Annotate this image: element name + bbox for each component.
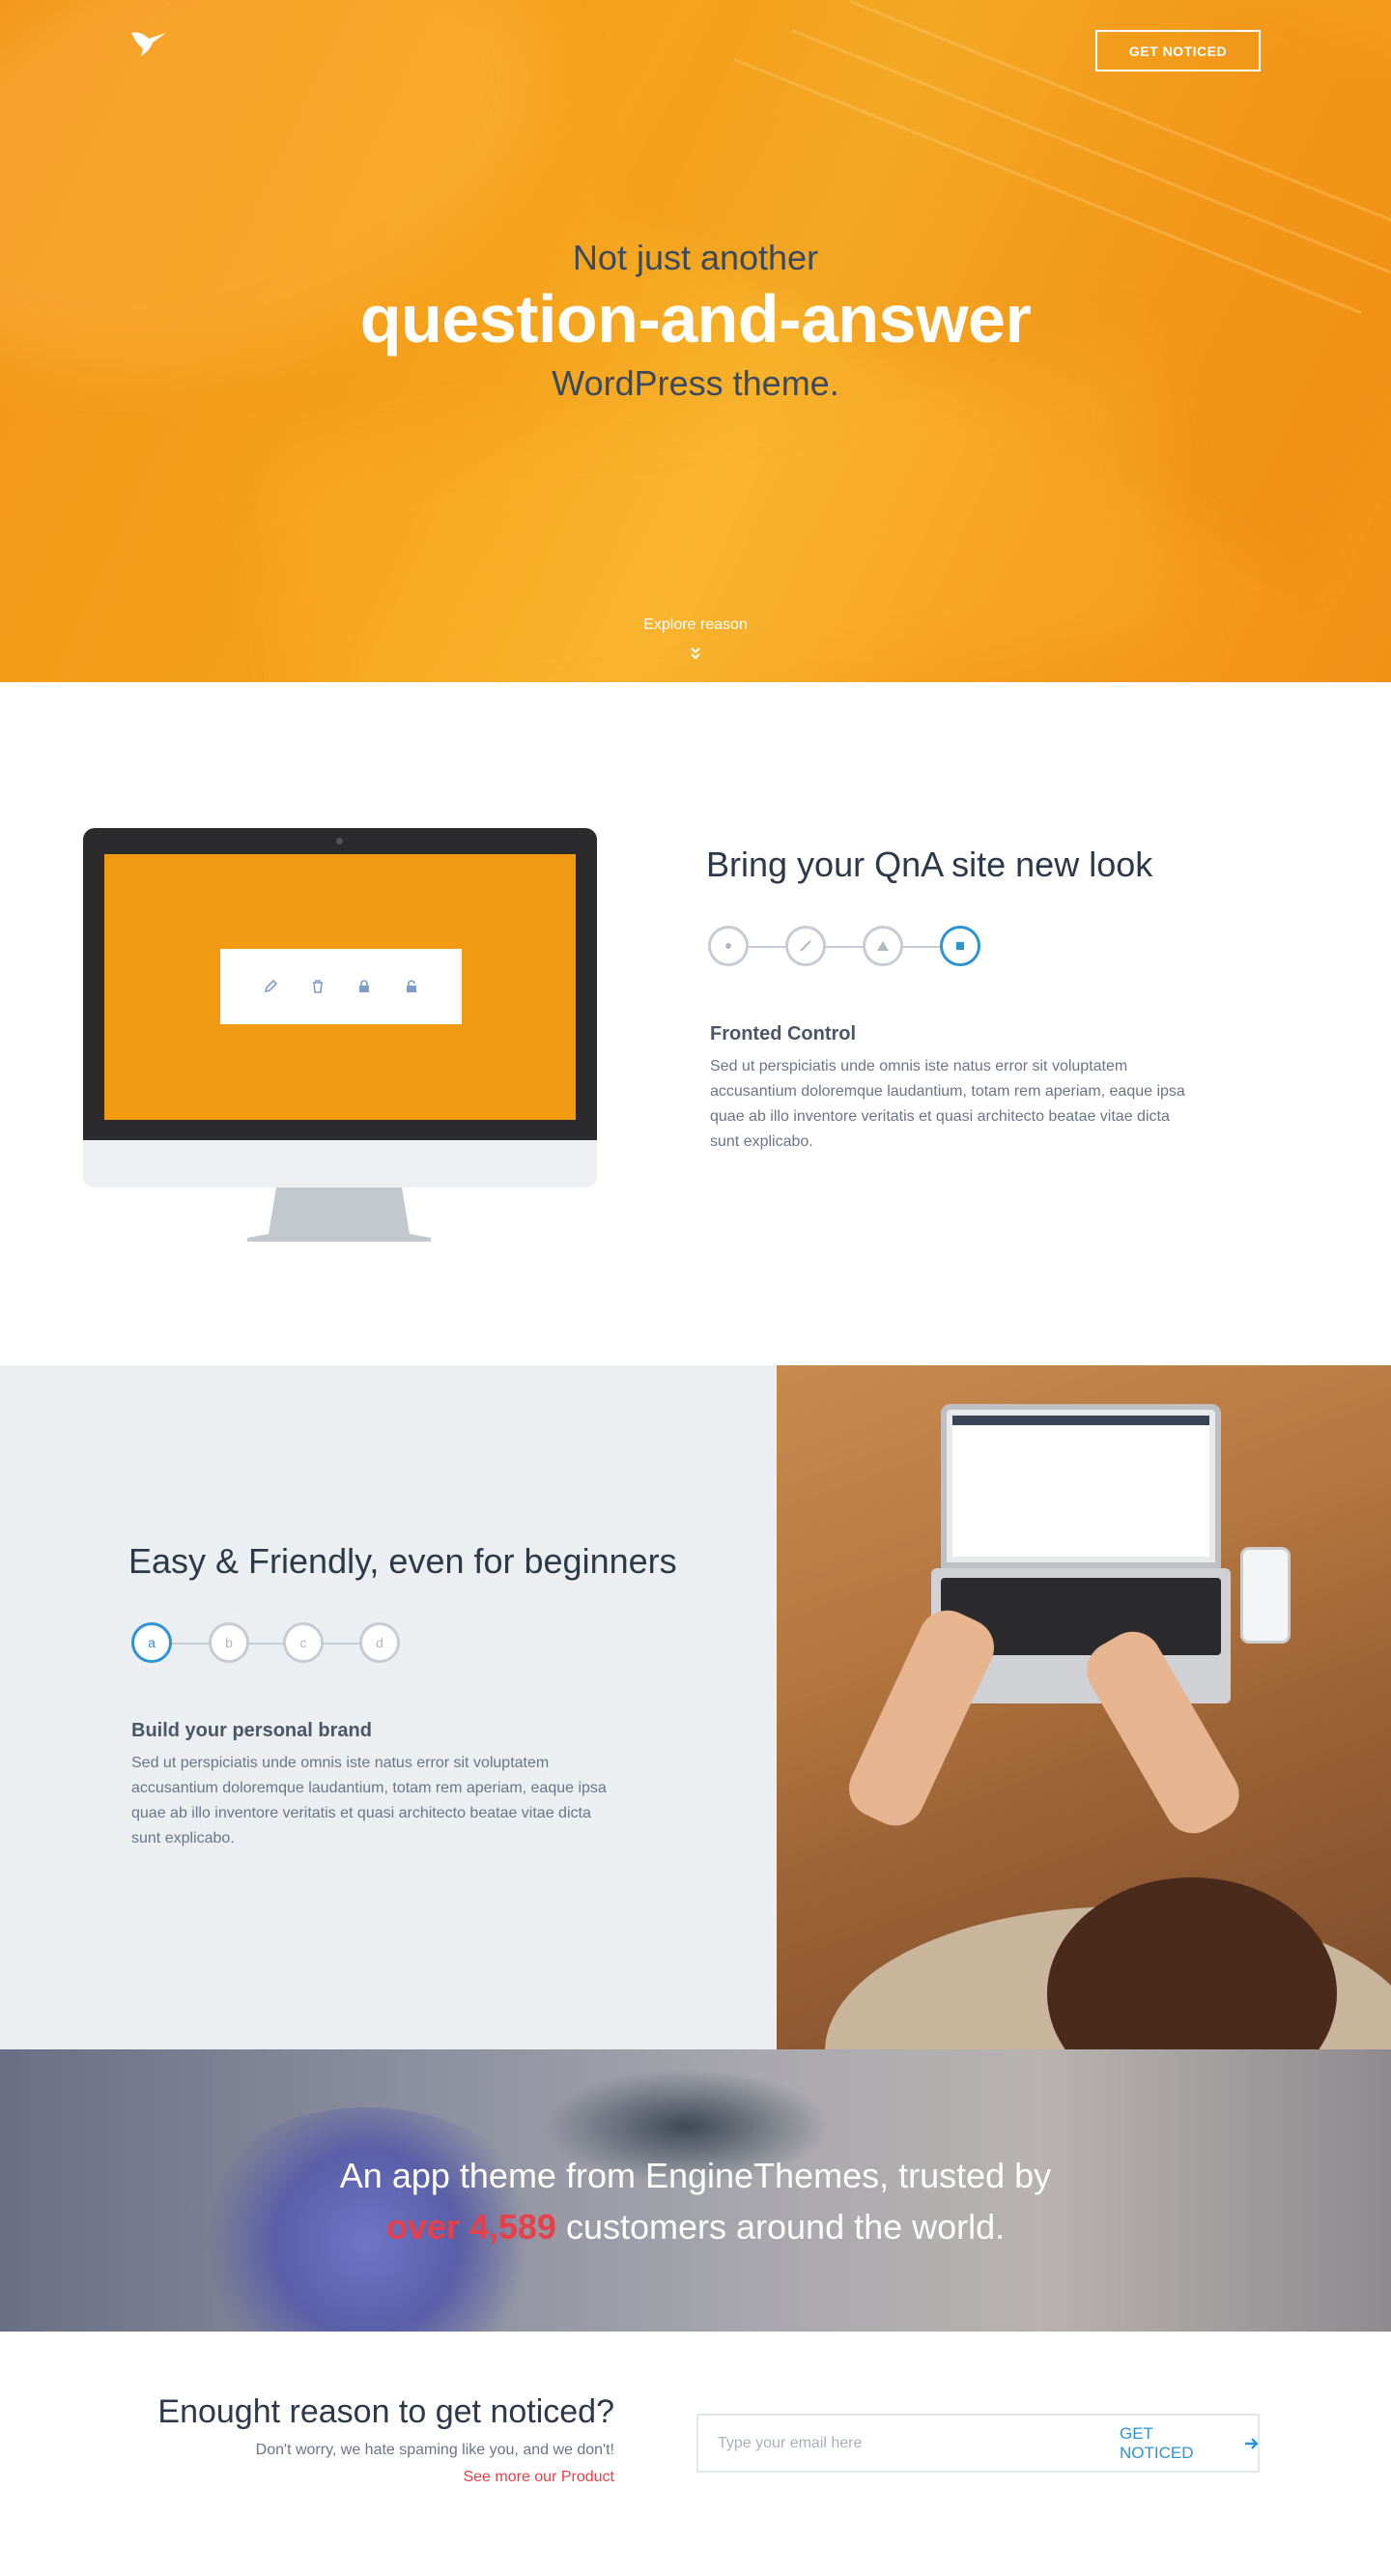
trust-count-line: over 4,589 customers around the world. (0, 2207, 1391, 2247)
signup-title: Enought reason to get noticed? (157, 2393, 614, 2430)
friendly-step-b[interactable]: b (209, 1622, 249, 1663)
arrow-right-icon (1245, 2437, 1259, 2449)
photo-phone (1240, 1547, 1291, 1644)
customer-count: over 4,589 (385, 2207, 556, 2247)
photo-laptop-screen (941, 1404, 1221, 1568)
chevron-double-down-icon[interactable] (687, 645, 704, 661)
email-input[interactable] (716, 2416, 1064, 2471)
friendly-body: Sed ut perspiciatis unde omnis iste natu… (131, 1755, 607, 1846)
pencil-icon (800, 940, 811, 952)
friendly-section (0, 1365, 777, 2049)
friendly-step-indicator: a b c d (131, 1622, 402, 1665)
step-connector (901, 946, 944, 948)
imac-stand (247, 1188, 431, 1242)
imac-frame (83, 828, 597, 1140)
email-signup-form: GET NOTICED (696, 2414, 1260, 2473)
friendly-step-d[interactable]: d (359, 1622, 400, 1663)
qna-step-indicator (708, 926, 980, 968)
trust-line: An app theme from EngineThemes, trusted … (339, 2156, 1052, 2195)
photo-left-arm (839, 1600, 1004, 1836)
qna-step-2[interactable] (785, 926, 826, 966)
imac-camera (336, 838, 343, 844)
qna-subtitle: Fronted Control (710, 1023, 857, 1045)
photo-person-head (1047, 1877, 1337, 2049)
explore-reason-link[interactable]: Explore reason (0, 616, 1391, 634)
see-more-products-link[interactable]: See more our Product (135, 2469, 614, 2486)
hummingbird-icon[interactable] (129, 27, 168, 58)
unlock-icon[interactable] (402, 977, 421, 996)
qna-section-title: Bring your QnA site new look (706, 844, 1153, 884)
header-get-noticed-button[interactable]: GET NOTICED (1095, 30, 1261, 72)
step-connector (323, 1643, 361, 1645)
qna-body: Sed ut perspiciatis unde omnis iste natu… (710, 1058, 1185, 1150)
friendly-subtitle: Build your personal brand (131, 1720, 372, 1741)
lock-icon[interactable] (355, 977, 374, 996)
trash-icon[interactable] (308, 977, 327, 996)
friendly-step-a[interactable]: a (131, 1622, 172, 1663)
trust-line-rest: customers around the world. (555, 2207, 1006, 2247)
square-icon (956, 942, 964, 950)
hero-tagline: Not just another (572, 238, 819, 277)
signup-button-label: GET NOTICED (1120, 2423, 1194, 2462)
qna-step-1[interactable] (708, 926, 749, 966)
imac-illustration (83, 828, 597, 1242)
laptop-user-photo (777, 1365, 1391, 2049)
signup-get-noticed-button[interactable]: GET NOTICED (1100, 2416, 1260, 2471)
triangle-icon (877, 941, 889, 951)
friendly-section-title: Easy & Friendly, even for beginners (128, 1541, 677, 1581)
photo-laptop-ui (952, 1416, 1209, 1557)
qna-step-4[interactable] (940, 926, 980, 966)
hero-subline: WordPress theme. (552, 363, 839, 403)
trust-banner: An app theme from EngineThemes, trusted … (0, 2049, 1391, 2332)
step-connector (824, 946, 866, 948)
imac-screen (104, 854, 576, 1120)
step-connector (247, 1643, 284, 1645)
dot-icon (725, 943, 731, 949)
qna-step-3[interactable] (863, 926, 903, 966)
imac-chin (83, 1140, 597, 1188)
step-connector (170, 1643, 209, 1645)
hero-section: GET NOTICED Not just another question-an… (0, 0, 1391, 682)
friendly-step-c[interactable]: c (283, 1622, 324, 1663)
hero-headline: question-and-answer (359, 281, 1032, 357)
photo-laptop-topbar (952, 1416, 1209, 1425)
pencil-icon[interactable] (261, 977, 280, 996)
signup-subtitle: Don't worry, we hate spaming like you, a… (255, 2442, 614, 2458)
screen-toolbar (220, 949, 462, 1024)
step-connector (747, 946, 789, 948)
